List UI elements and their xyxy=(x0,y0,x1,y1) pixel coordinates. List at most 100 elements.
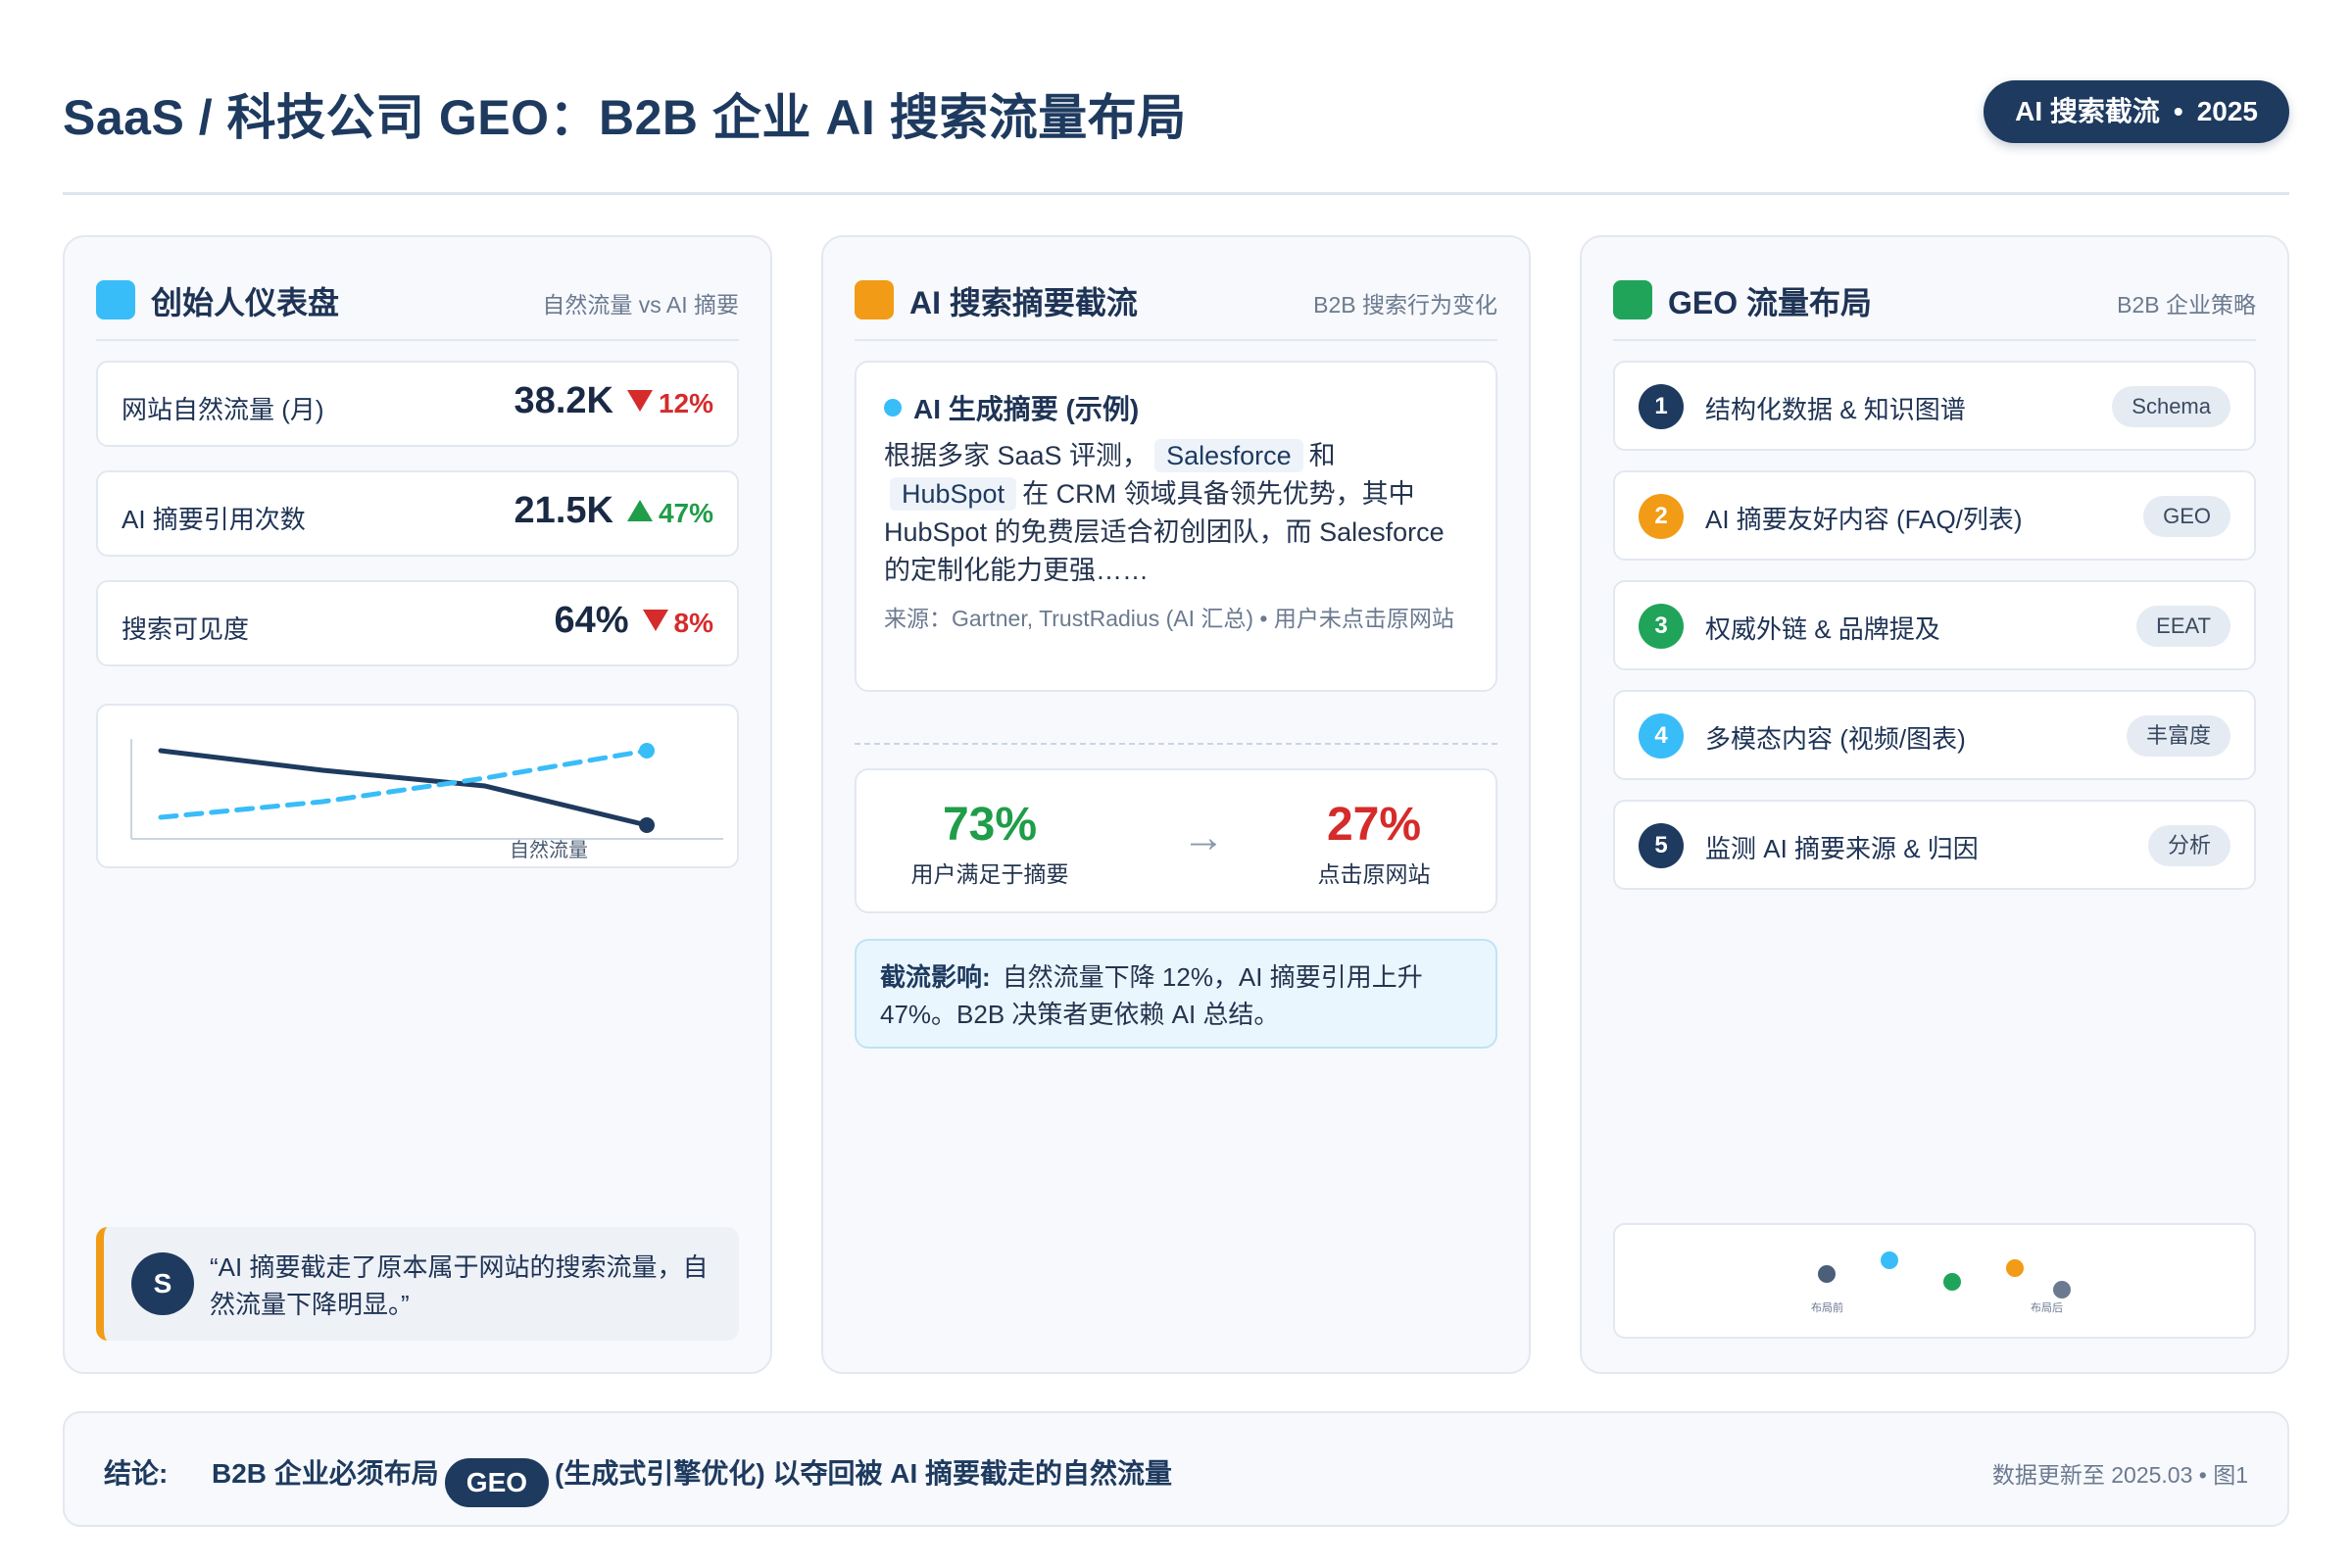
founder-quote: S “AI 摘要截走了原本属于网站的搜索流量，自然流量下降明显。” xyxy=(96,1227,739,1341)
dashboard-card: 创始人仪表盘 自然流量 vs AI 摘要 网站自然流量 (月) 38.2K 12%… xyxy=(63,235,772,1374)
ai-summary-title: AI 生成摘要 (示例) xyxy=(884,388,1139,427)
step-label: 权威外链 & 品牌提及 xyxy=(1705,614,1940,644)
mini-label-before: 布局前 xyxy=(1811,1302,1843,1314)
step-badge: EEAT xyxy=(2136,606,2230,647)
dashboard-card-header: 创始人仪表盘 自然流量 vs AI 摘要 xyxy=(96,276,739,341)
metric-value-text: 38.2K xyxy=(514,380,613,421)
mini-point xyxy=(1818,1265,1836,1283)
step-number: 2 xyxy=(1639,494,1684,539)
mini-point xyxy=(2053,1281,2071,1298)
metric-card: 搜索可见度 64% 8% xyxy=(96,580,739,666)
mini-chart-svg xyxy=(1818,1251,2071,1298)
stat-click-label: 点击原网站 xyxy=(1317,861,1431,887)
metric-label: AI 摘要引用次数 xyxy=(122,505,306,534)
strategy-step: 4 多模态内容 (视频/图表) 丰富度 xyxy=(1613,690,2256,780)
mini-point xyxy=(1881,1251,1898,1269)
header-tag-badge: AI 搜索截流 • 2025 xyxy=(1984,80,2289,143)
header-divider xyxy=(63,192,2289,195)
data-update-note: 数据更新至 2025.03 • 图1 xyxy=(1991,1462,2248,1488)
geo-card-header: GEO 流量布局 B2B 企业策略 xyxy=(1613,276,2256,341)
step-badge: GEO xyxy=(2143,496,2230,537)
geo-title: GEO 流量布局 xyxy=(1668,285,1873,320)
metric-label: 网站自然流量 (月) xyxy=(122,395,324,424)
step-label: 结构化数据 & 知识图谱 xyxy=(1705,395,1966,424)
step-badge: 分析 xyxy=(2147,825,2230,866)
square-icon xyxy=(855,280,894,319)
conclusion-text-pre: B2B 企业必须布局 xyxy=(212,1458,439,1489)
metric-delta-text: 12% xyxy=(658,388,713,418)
metric-card: AI 摘要引用次数 21.5K 47% xyxy=(96,470,739,557)
interception-card: AI 搜索摘要截流 B2B 搜索行为变化 AI 生成摘要 (示例) 根据多家 S… xyxy=(821,235,1531,1374)
triangle-down-icon xyxy=(642,610,668,631)
step-number: 3 xyxy=(1639,604,1684,649)
ai-summary-source: 来源：Gartner, TrustRadius (AI 汇总) • 用户未点击原… xyxy=(884,606,1454,631)
step-label: 多模态内容 (视频/图表) xyxy=(1705,724,1966,754)
triangle-up-icon xyxy=(626,500,653,521)
ai-summary-example: AI 生成摘要 (示例) 根据多家 SaaS 评测， Salesforce 和 Hub… xyxy=(855,361,1497,692)
trend-chart-svg: 自然流量 xyxy=(130,739,723,861)
metric-value: 21.5K 47% xyxy=(514,490,713,532)
stat-click: 27% 点击原网站 xyxy=(1247,798,1501,889)
step-label: AI 摘要友好内容 (FAQ/列表) xyxy=(1705,505,2023,534)
strategy-step: 1 结构化数据 & 知识图谱 Schema xyxy=(1613,361,2256,451)
square-icon xyxy=(96,280,135,319)
stats-compare: 73% 用户满足于摘要 → 27% 点击原网站 xyxy=(855,768,1497,913)
interception-subtitle: B2B 搜索行为变化 xyxy=(1313,292,1497,318)
metric-delta-text: 47% xyxy=(658,498,713,528)
step-label: 监测 AI 摘要来源 & 归因 xyxy=(1705,834,1979,863)
header-tag-year: 2025 xyxy=(2196,96,2258,126)
dot-icon xyxy=(884,399,902,416)
metric-delta: 12% xyxy=(626,388,713,418)
geo-subtitle: B2B 企业策略 xyxy=(2117,292,2256,318)
mini-label-after: 布局后 xyxy=(2031,1302,2063,1314)
mini-point xyxy=(1943,1273,1961,1291)
dashboard-subtitle: 自然流量 vs AI 摘要 xyxy=(542,292,739,318)
impact-label: 截流影响: xyxy=(880,962,991,992)
interception-card-header: AI 搜索摘要截流 B2B 搜索行为变化 xyxy=(855,276,1497,341)
chart-end-point xyxy=(639,817,655,833)
metric-value: 64% 8% xyxy=(554,600,713,642)
ai-summary-title-text: AI 生成摘要 (示例) xyxy=(913,394,1140,424)
metric-delta: 47% xyxy=(626,498,713,528)
strategy-step: 2 AI 摘要友好内容 (FAQ/列表) GEO xyxy=(1613,470,2256,561)
stat-satisfied: 73% 用户满足于摘要 xyxy=(862,798,1117,889)
trend-chart: 自然流量 xyxy=(96,704,739,868)
quote-text: “AI 摘要截走了原本属于网站的搜索流量，自然流量下降明显。” xyxy=(210,1252,709,1319)
stat-click-value: 27% xyxy=(1326,799,1422,851)
header-tag-sep: • xyxy=(2173,96,2183,126)
strategy-step: 3 权威外链 & 品牌提及 EEAT xyxy=(1613,580,2256,670)
avatar: S xyxy=(131,1252,194,1315)
ai-summary-and: 和 xyxy=(1308,441,1336,470)
conclusion-text-post: (生成式引擎优化) 以夺回被 AI 摘要截走的自然流量 xyxy=(555,1458,1173,1489)
chart-end-point xyxy=(639,743,655,759)
geo-card: GEO 流量布局 B2B 企业策略 1 结构化数据 & 知识图谱 Schema … xyxy=(1580,235,2289,1374)
conclusion-text: B2B 企业必须布局 GEO (生成式引擎优化) 以夺回被 AI 摘要截走的自然流量 xyxy=(212,1452,1172,1507)
interception-title: AI 搜索摘要截流 xyxy=(909,285,1138,320)
metric-delta-text: 8% xyxy=(673,608,713,638)
arrow-right-icon: → xyxy=(1182,813,1225,861)
ai-summary-text-pre: 根据多家 SaaS 评测， xyxy=(884,441,1150,470)
step-number: 1 xyxy=(1639,384,1684,429)
step-badge: Schema xyxy=(2112,386,2230,427)
chart-series-label: 自然流量 xyxy=(510,839,588,861)
step-badge: 丰富度 xyxy=(2126,715,2230,757)
brand-chip-hubspot: HubSpot xyxy=(890,477,1017,511)
impact-note: 截流影响: 自然流量下降 12%，AI 摘要引用上升 47%。B2B 决策者更依赖… xyxy=(855,939,1497,1049)
page-title: SaaS / 科技公司 GEO：B2B 企业 AI 搜索流量布局 xyxy=(63,90,1187,145)
before-after-mini-chart: 布局前 布局后 xyxy=(1613,1223,2256,1339)
metric-value-text: 21.5K xyxy=(514,490,613,531)
geo-pill: GEO xyxy=(444,1458,550,1507)
metric-value-text: 64% xyxy=(554,600,629,641)
triangle-down-icon xyxy=(626,390,653,412)
conclusion-bar: 结论: B2B 企业必须布局 GEO (生成式引擎优化) 以夺回被 AI 摘要截走的… xyxy=(63,1411,2289,1527)
step-number: 4 xyxy=(1639,713,1684,759)
brand-chip-salesforce: Salesforce xyxy=(1154,439,1303,472)
metric-value: 38.2K 12% xyxy=(514,380,713,422)
stat-satisfied-value: 73% xyxy=(942,799,1038,851)
ai-summary-body: 根据多家 SaaS 评测， Salesforce 和HubSpot 在 CRM 领域具… xyxy=(884,437,1468,590)
metric-card: 网站自然流量 (月) 38.2K 12% xyxy=(96,361,739,447)
stat-satisfied-label: 用户满足于摘要 xyxy=(910,861,1069,887)
mini-point xyxy=(2006,1259,2024,1277)
metric-label: 搜索可见度 xyxy=(122,614,250,644)
dashed-divider xyxy=(855,743,1497,745)
